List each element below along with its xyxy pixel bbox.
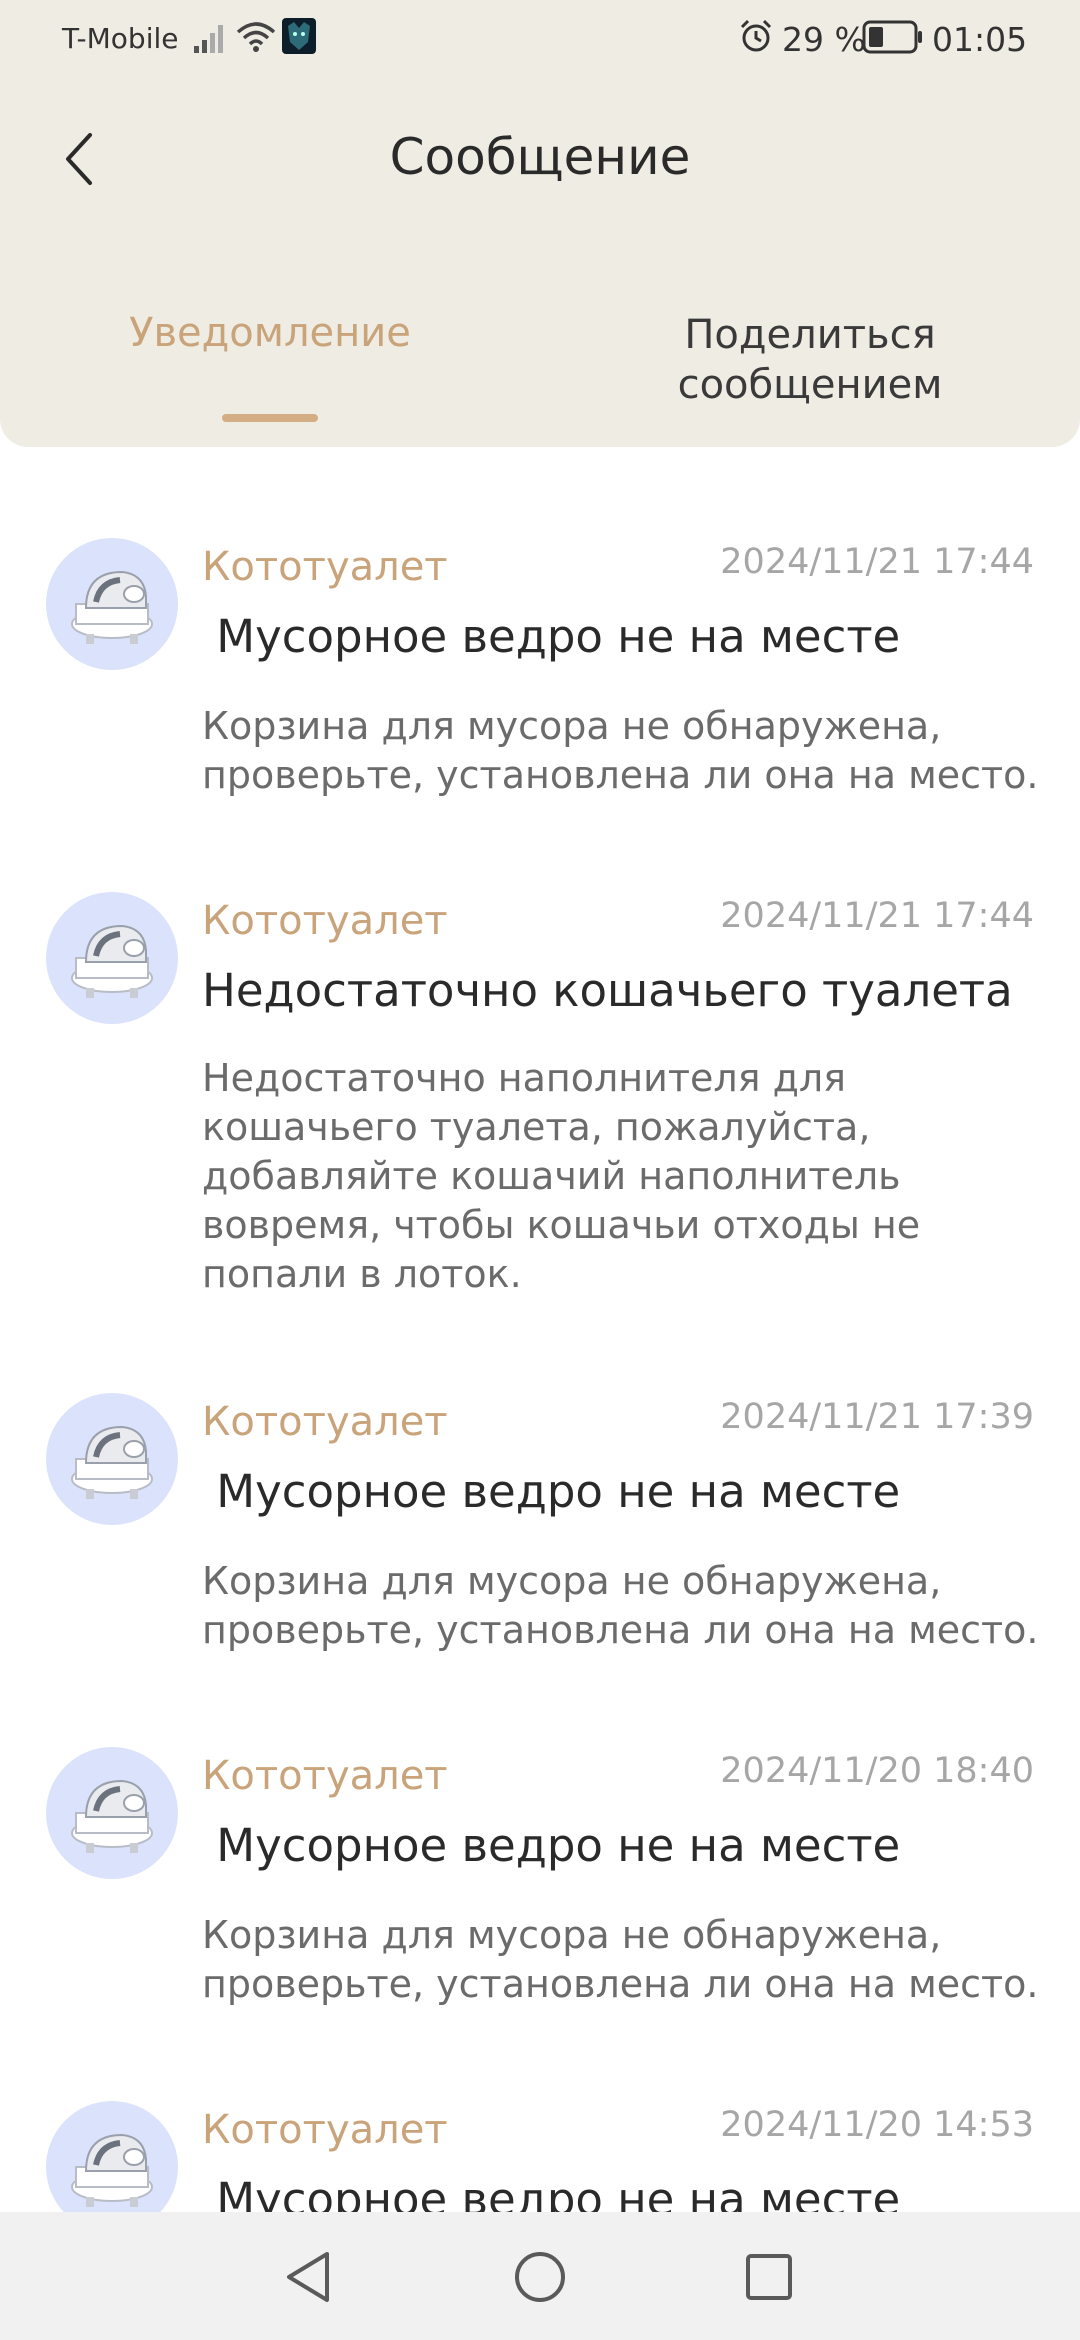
message-timestamp: 2024/11/21 17:44 [720,542,1034,582]
message-body: Корзина для мусора не обнаружена, провер… [202,704,1039,797]
device-avatar [46,892,178,1024]
device-name: Кототуалет [202,544,448,590]
circle-home-icon [515,2252,565,2302]
litter-box-icon [71,1779,153,1853]
app-notification-icon [282,18,316,54]
device-avatar [46,1393,178,1525]
message-body: Корзина для мусора не обнаружена, провер… [202,1913,1039,2006]
device-name: Кототуалет [202,898,448,944]
message-timestamp: 2024/11/21 17:39 [720,1397,1034,1437]
message-title: Мусорное ведро не на месте [202,610,901,663]
status-bar: T-Mobile 29 % 01:05 [0,0,1080,80]
message-timestamp: 2024/11/20 18:40 [720,1751,1034,1791]
page-title: Сообщение [389,128,691,186]
message-title: Мусорное ведро не на месте [202,1819,901,1872]
message-list[interactable]: Кототуалет 2024/11/21 17:44 Мусорное вед… [0,447,1080,2212]
device-avatar [46,1747,178,1879]
message-timestamp: 2024/11/20 14:53 [720,2105,1034,2145]
clock: 01:05 [932,20,1028,59]
carrier-name: T-Mobile [62,22,179,55]
nav-back-button[interactable] [264,2232,354,2322]
active-tab-indicator [222,414,318,422]
message-body: Недостаточно наполнителя для кошачьего т… [202,1056,921,1296]
litter-box-icon [71,924,153,998]
device-avatar [46,538,178,670]
message-item[interactable]: Кототуалет 2024/11/21 17:39 Мусорное вед… [0,1393,1080,1693]
device-name: Кототуалет [202,1753,448,1799]
message-title: Недостаточно кошачьего туалета [202,964,1013,1017]
nav-recents-button[interactable] [724,2232,814,2322]
device-name: Кототуалет [202,1399,448,1445]
litter-box-icon [71,570,153,644]
message-item[interactable]: Кототуалет 2024/11/21 17:44 Недостаточно… [0,892,1080,1332]
message-item[interactable]: Кототуалет 2024/11/20 14:53 Мусорное вед… [0,2101,1080,2212]
square-recents-icon [746,2254,792,2300]
device-avatar [46,2101,178,2212]
tab-share-message[interactable]: Поделиться сообщением [640,310,980,410]
triangle-back-icon [287,2252,329,2302]
message-body: Корзина для мусора не обнаружена, провер… [202,1559,1039,1652]
device-name: Кототуалет [202,2107,448,2153]
wifi-icon [236,22,276,52]
alarm-icon [740,19,772,52]
header: T-Mobile 29 % 01:05 Сообщение Уведомлени… [0,0,1080,447]
message-timestamp: 2024/11/21 17:44 [720,896,1034,936]
tab-notification[interactable]: Уведомление [90,308,450,358]
system-nav-bar [0,2212,1080,2340]
message-item[interactable]: Кототуалет 2024/11/20 18:40 Мусорное вед… [0,1747,1080,2047]
message-title: Мусорное ведро не на месте [202,1465,901,1518]
litter-box-icon [71,2133,153,2207]
message-title: Мусорное ведро не на месте [202,2173,901,2212]
battery-percent: 29 % [782,20,866,59]
signal-icon [194,25,223,53]
litter-box-icon [71,1425,153,1499]
message-item[interactable]: Кототуалет 2024/11/21 17:44 Мусорное вед… [0,538,1080,838]
nav-home-button[interactable] [495,2232,585,2322]
battery-icon [862,20,922,54]
